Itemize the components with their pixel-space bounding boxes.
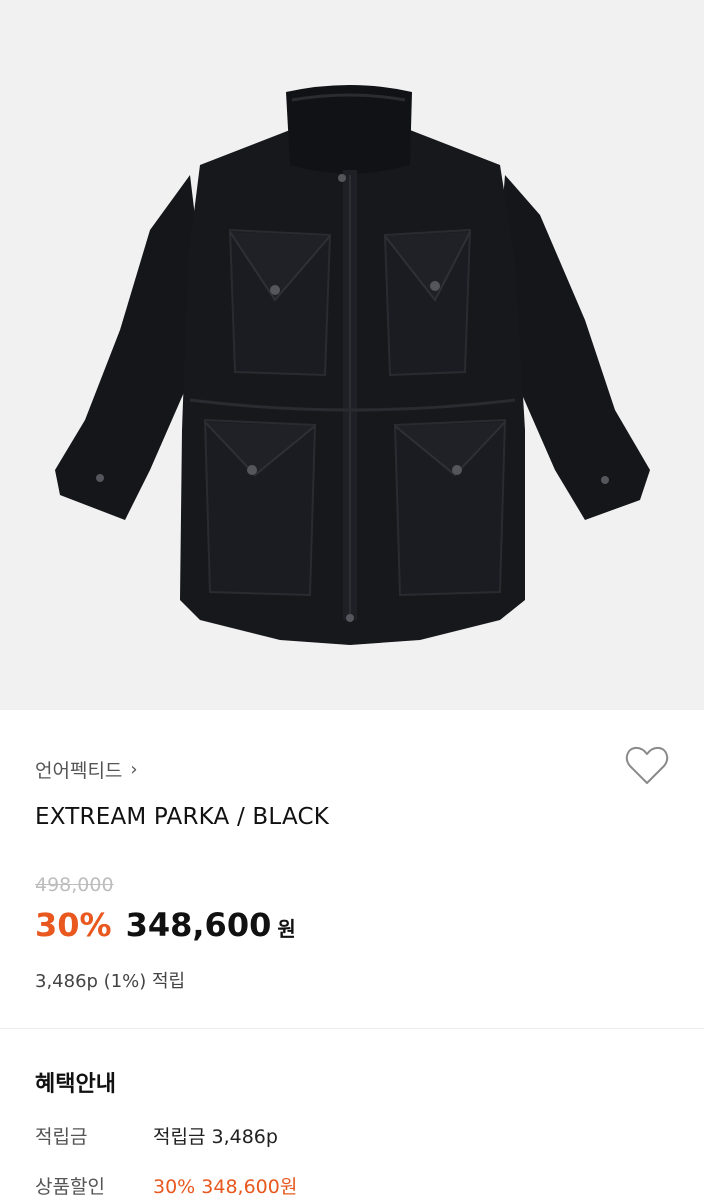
sale-price: 348,600 xyxy=(125,906,272,944)
price-row: 30% 348,600 원 xyxy=(35,906,296,944)
chevron-right-icon: › xyxy=(130,759,138,780)
original-price: 498,000 xyxy=(35,874,114,896)
product-title: EXTREAM PARKA / BLACK xyxy=(35,804,330,830)
heart-outline-icon xyxy=(625,746,669,784)
benefit-value: 적립금 3,486p xyxy=(153,1126,278,1148)
benefit-value: 30% 348,600원 xyxy=(153,1176,298,1198)
brand-link[interactable]: 언어펙티드 › xyxy=(35,756,138,783)
product-image[interactable] xyxy=(0,0,704,710)
benefit-row-discount: 상품할인 30% 348,600원 xyxy=(35,1172,297,1199)
currency-label: 원 xyxy=(277,917,296,941)
wishlist-button[interactable] xyxy=(624,744,670,788)
benefit-label: 상품할인 xyxy=(35,1176,105,1198)
benefit-label: 적립금 xyxy=(35,1126,88,1148)
benefit-row-points: 적립금 적립금 3,486p xyxy=(35,1122,278,1149)
brand-name: 언어펙티드 xyxy=(35,760,123,782)
points-info: 3,486p (1%) 적립 xyxy=(35,971,186,992)
jacket-illustration xyxy=(55,85,650,645)
benefit-section-title: 혜택안내 xyxy=(35,1072,116,1097)
discount-rate: 30% xyxy=(35,906,112,944)
section-divider xyxy=(0,1028,704,1029)
